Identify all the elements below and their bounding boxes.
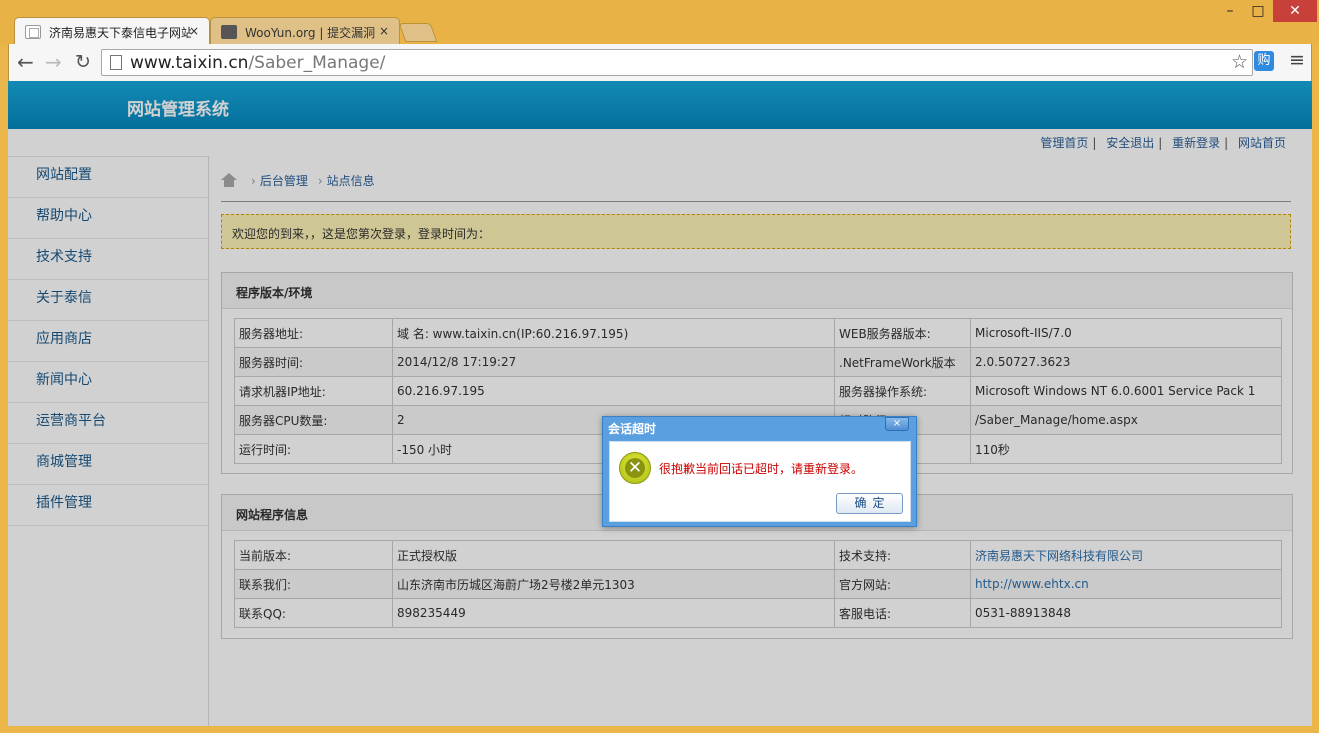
tab-close-icon[interactable]: ×: [379, 24, 389, 38]
tab-title: 济南易惠天下泰信电子网站: [49, 26, 191, 40]
maximize-icon[interactable]: □: [1245, 0, 1271, 22]
dialog-title: 会话超时: [608, 422, 657, 436]
page-favicon-icon: [25, 25, 41, 39]
minimize-icon[interactable]: –: [1217, 0, 1243, 22]
window-close-icon[interactable]: ✕: [1273, 0, 1317, 22]
error-icon: ✕: [619, 452, 651, 484]
tab-wooyun[interactable]: WooYun.org | 提交漏洞 ×: [210, 17, 400, 44]
extension-icon[interactable]: 购: [1254, 51, 1274, 71]
back-arrow-icon[interactable]: ←: [17, 51, 34, 73]
reload-icon[interactable]: ↻: [75, 51, 91, 73]
menu-icon[interactable]: ≡: [1289, 49, 1305, 71]
new-tab-button[interactable]: [398, 23, 438, 42]
url-host: www.taixin.cn: [130, 53, 249, 73]
dialog-body: ✕ 很抱歉当前回话已超时，请重新登录。 确定: [609, 441, 911, 522]
forward-arrow-icon[interactable]: →: [45, 51, 62, 73]
url-path: /Saber_Manage/: [248, 53, 386, 73]
browser-toolbar: ← → ↻ www.taixin.cn/Saber_Manage/ ☆ 购 ≡: [8, 44, 1312, 81]
modal-overlay: [8, 81, 1312, 726]
tab-close-icon[interactable]: ×: [189, 24, 199, 38]
dialog-message: 很抱歉当前回话已超时，请重新登录。: [659, 462, 864, 476]
browser-titlebar: 济南易惠天下泰信电子网站 × WooYun.org | 提交漏洞 × – □ ✕: [0, 0, 1319, 44]
tab-title: WooYun.org | 提交漏洞: [245, 26, 376, 40]
page-icon: [110, 55, 122, 70]
session-timeout-dialog: 会话超时 × ✕ 很抱歉当前回话已超时，请重新登录。 确定: [602, 416, 917, 527]
address-bar[interactable]: www.taixin.cn/Saber_Manage/ ☆: [101, 49, 1253, 76]
bookmark-star-icon[interactable]: ☆: [1231, 51, 1248, 73]
wooyun-favicon-icon: [221, 25, 237, 39]
ok-button[interactable]: 确定: [836, 493, 903, 514]
tab-active[interactable]: 济南易惠天下泰信电子网站 ×: [14, 17, 210, 44]
dialog-close-icon[interactable]: ×: [885, 417, 909, 431]
url-text[interactable]: www.taixin.cn/Saber_Manage/: [130, 53, 385, 73]
